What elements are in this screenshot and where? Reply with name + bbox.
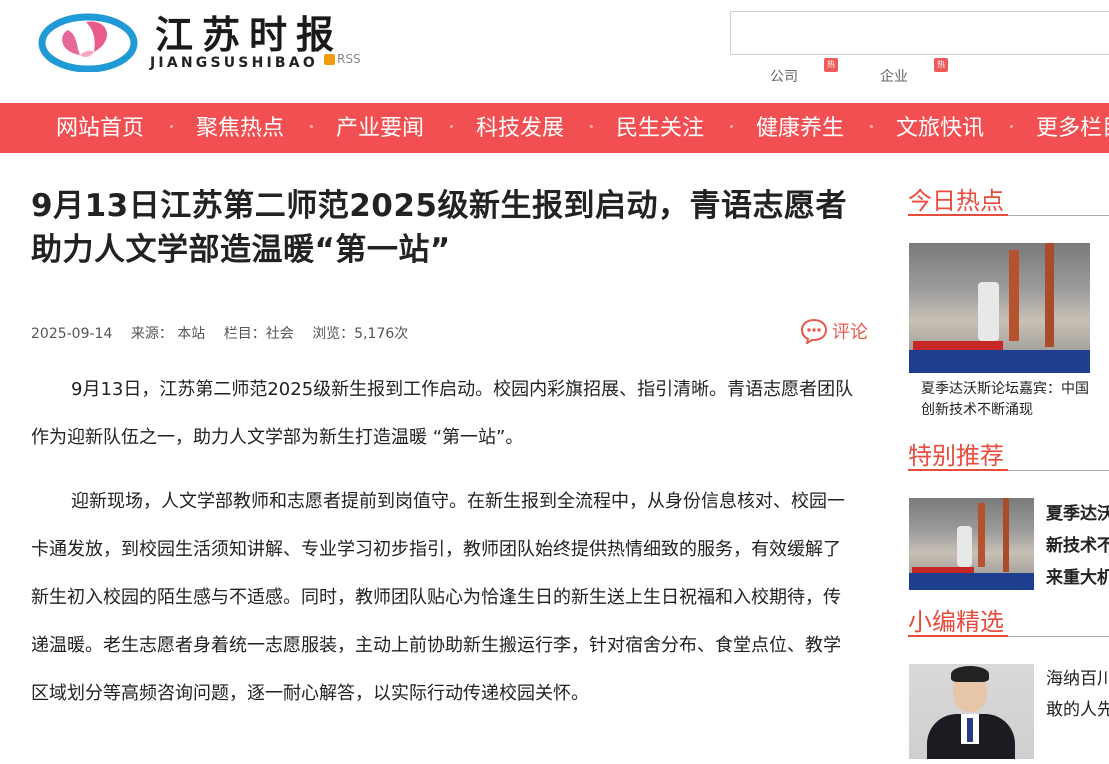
site-logo[interactable] <box>38 10 138 72</box>
article-title-line: 9月13日江苏第二师范2025级新生报到启动，青语志愿者 <box>31 188 847 224</box>
sidebar-heading-underline <box>908 635 1008 637</box>
nav-separator <box>1010 125 1013 128</box>
article-paragraph: 9月13日，江苏第二师范2025级新生报到工作启动。校园内彩旗招展、指引清晰。青… <box>31 379 854 448</box>
sidebar-heading-underline <box>908 469 1008 471</box>
nav-item-industry[interactable]: 产业要闻 <box>336 103 424 153</box>
comment-label: 评论 <box>832 322 868 343</box>
recommend-title-line[interactable]: 来重大机 <box>1046 563 1109 593</box>
nav-item-health[interactable]: 健康养生 <box>756 103 844 153</box>
article-source: 来源： 本站 <box>130 326 206 342</box>
nav-separator <box>730 125 733 128</box>
nav-item-travel[interactable]: 文旅快讯 <box>896 103 984 153</box>
editor-pick-image[interactable] <box>909 664 1034 759</box>
article-title-line: 助力人文学部造温暖“第一站” <box>31 232 451 268</box>
recommend-title-line[interactable]: 夏季达沃 <box>1046 499 1109 529</box>
nav-separator <box>590 125 593 128</box>
article-meta: 2025-09-14 来源： 本站 栏目：社会 浏览：5,176次 <box>31 323 422 343</box>
editor-pick-title-line[interactable]: 敢的人先 <box>1046 695 1109 725</box>
brand-name: 江苏时报 <box>155 12 344 57</box>
hot-today-caption[interactable]: 夏季达沃斯论坛嘉宾：中国创新技术不断涌现 <box>921 379 1096 421</box>
article-views: 浏览：5,176次 <box>312 326 409 342</box>
sidebar-heading-underline <box>908 214 1008 216</box>
sidebar-heading-editor-pick: 小编精选 <box>908 608 1004 636</box>
rss-icon <box>324 53 335 65</box>
recommend-image[interactable] <box>909 498 1034 590</box>
nav-separator <box>870 125 873 128</box>
main-nav: 网站首页 聚焦热点 产业要闻 科技发展 民生关注 健康养生 文旅快讯 更多栏目 <box>0 103 1109 153</box>
recommend-title-line[interactable]: 新技术不 <box>1046 531 1109 561</box>
nav-item-livelihood[interactable]: 民生关注 <box>616 103 704 153</box>
article-paragraph: 迎新现场，人文学部教师和志愿者提前到岗值守。在新生报到全流程中，从身份信息核对、… <box>31 491 845 704</box>
rss-link[interactable]: RSS <box>324 52 361 66</box>
comment-button[interactable]: 评论 <box>800 318 868 344</box>
sidebar-heading-hot-today: 今日热点 <box>908 187 1004 215</box>
sidebar-heading-recommend: 特别推荐 <box>908 442 1004 470</box>
nav-item-more[interactable]: 更多栏目 <box>1036 103 1109 153</box>
hot-badge-icon: 热 <box>934 58 948 72</box>
quick-link-enterprise[interactable]: 企业 <box>880 66 908 86</box>
comment-icon <box>800 318 828 344</box>
article-date: 2025-09-14 <box>31 326 113 342</box>
quick-link-company[interactable]: 公司 <box>770 66 798 86</box>
article-title: 9月13日江苏第二师范2025级新生报到启动，青语志愿者 助力人文学部造温暖“第… <box>31 184 861 272</box>
article-column: 栏目：社会 <box>223 326 294 342</box>
search-input[interactable] <box>730 11 1109 55</box>
nav-separator <box>310 125 313 128</box>
site-header: 江苏时报 JIANGSUSHIBAO RSS 公司 热 企业 热 <box>0 0 1109 103</box>
nav-separator <box>170 125 173 128</box>
nav-item-tech[interactable]: 科技发展 <box>476 103 564 153</box>
hot-today-image[interactable] <box>909 243 1090 373</box>
nav-item-home[interactable]: 网站首页 <box>56 103 144 153</box>
nav-separator <box>450 125 453 128</box>
brand-pinyin: JIANGSUSHIBAO <box>150 55 318 71</box>
hot-badge-icon: 热 <box>824 58 838 72</box>
nav-item-hot-focus[interactable]: 聚焦热点 <box>196 103 284 153</box>
article-title-block: 9月13日江苏第二师范2025级新生报到启动，青语志愿者 助力人文学部造温暖“第… <box>31 184 861 272</box>
editor-pick-title-line[interactable]: 海纳百川 <box>1046 664 1109 694</box>
rss-label: RSS <box>337 52 361 66</box>
